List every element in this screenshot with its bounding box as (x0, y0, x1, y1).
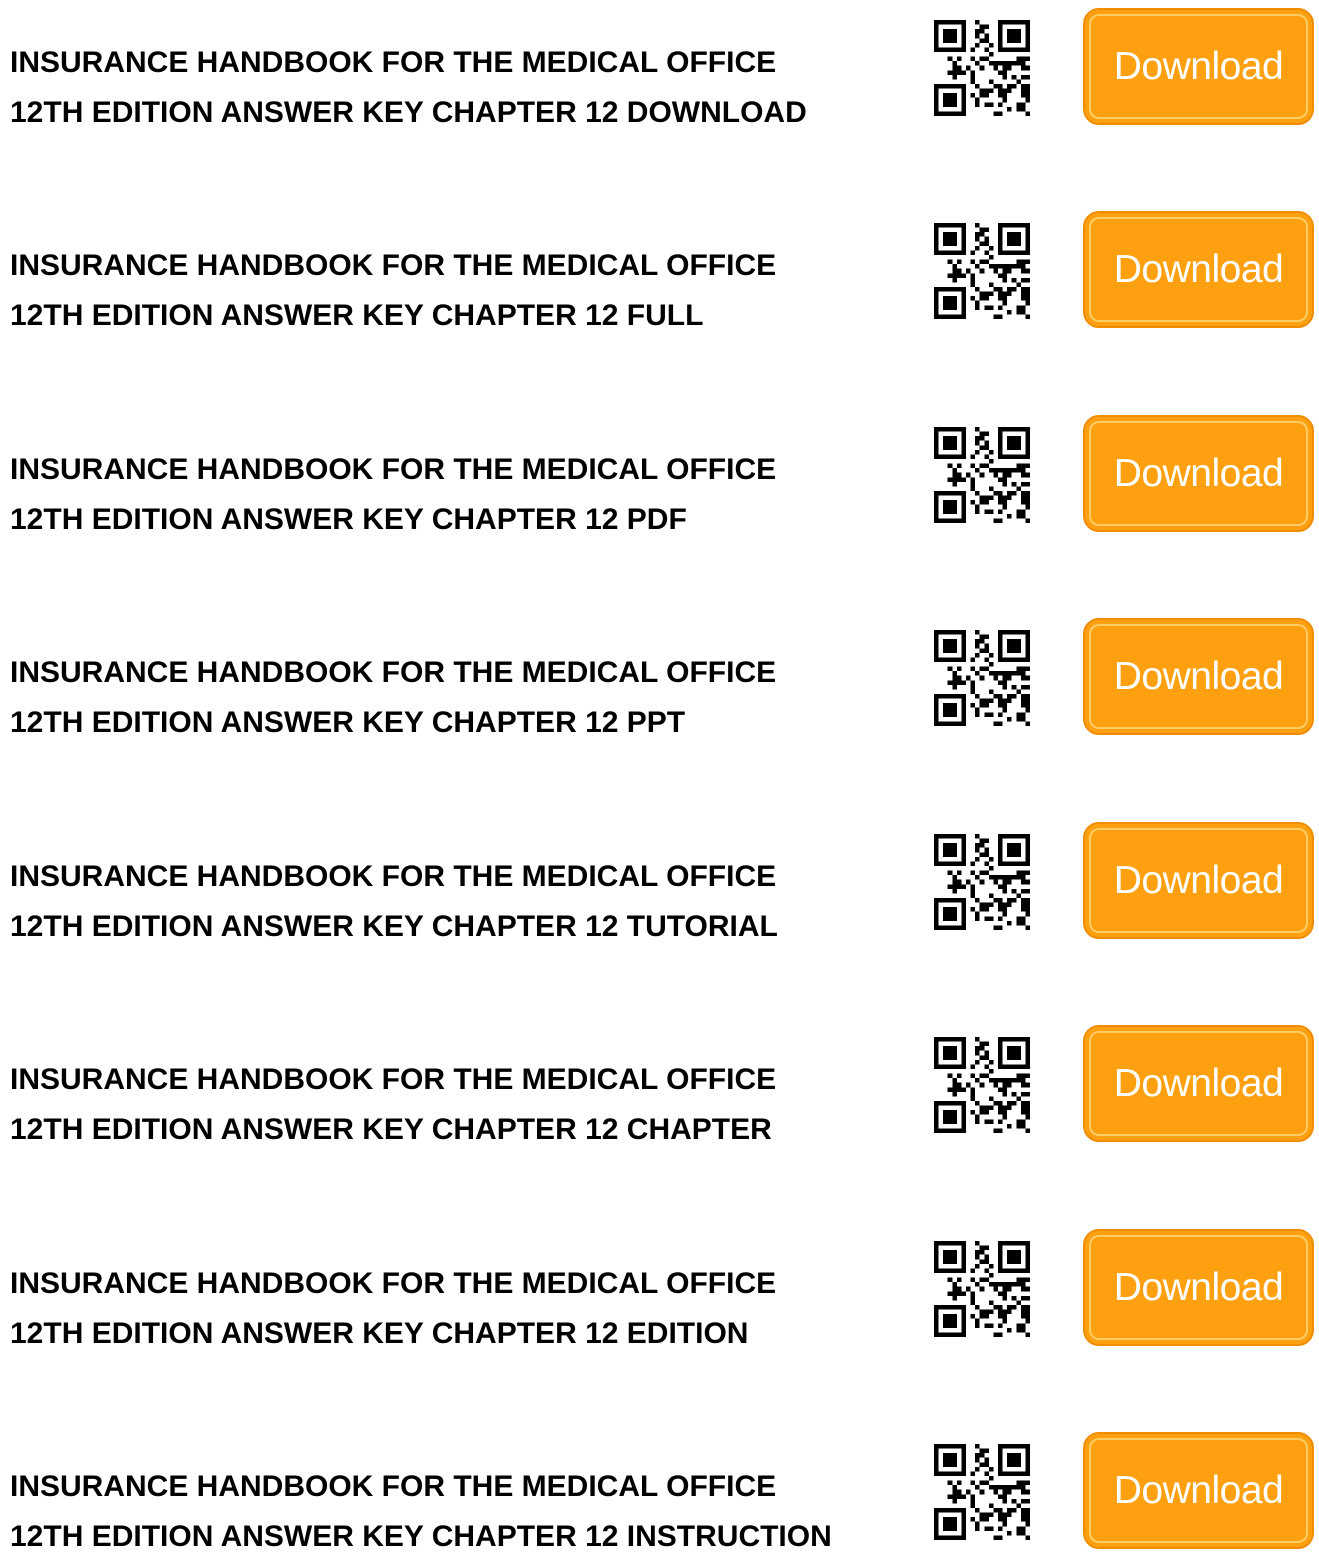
item-title-line2: 12TH EDITION ANSWER KEY CHAPTER 12 TUTOR… (10, 910, 778, 943)
item-title-line1: INSURANCE HANDBOOK FOR THE MEDICAL OFFIC… (10, 860, 777, 893)
item-title-line1: INSURANCE HANDBOOK FOR THE MEDICAL OFFIC… (10, 1063, 777, 1096)
qr-code-graphic (934, 427, 1030, 523)
download-button[interactable]: Download (1083, 618, 1314, 735)
item-title-line2: 12TH EDITION ANSWER KEY CHAPTER 12 INSTR… (10, 1520, 832, 1553)
list-item: INSURANCE HANDBOOK FOR THE MEDICAL OFFIC… (0, 205, 1319, 332)
qr-code-graphic (934, 834, 1030, 930)
list-item: INSURANCE HANDBOOK FOR THE MEDICAL OFFIC… (0, 1426, 1319, 1553)
item-title-line1: INSURANCE HANDBOOK FOR THE MEDICAL OFFIC… (10, 1470, 777, 1503)
qr-code-graphic (934, 630, 1030, 726)
qr-code-graphic (934, 223, 1030, 319)
item-title-line2: 12TH EDITION ANSWER KEY CHAPTER 12 PDF (10, 503, 687, 536)
item-title-line1: INSURANCE HANDBOOK FOR THE MEDICAL OFFIC… (10, 1267, 777, 1300)
qr-code-graphic (934, 1444, 1030, 1540)
item-title: INSURANCE HANDBOOK FOR THE MEDICAL OFFIC… (10, 1259, 910, 1359)
list-item: INSURANCE HANDBOOK FOR THE MEDICAL OFFIC… (0, 1223, 1319, 1350)
item-title-line2: 12TH EDITION ANSWER KEY CHAPTER 12 FULL (10, 299, 704, 332)
item-title-line1: INSURANCE HANDBOOK FOR THE MEDICAL OFFIC… (10, 453, 777, 486)
item-title-line2: 12TH EDITION ANSWER KEY CHAPTER 12 EDITI… (10, 1317, 749, 1350)
qr-code-icon (934, 1241, 1030, 1337)
item-title: INSURANCE HANDBOOK FOR THE MEDICAL OFFIC… (10, 1462, 910, 1562)
item-title-line2: 12TH EDITION ANSWER KEY CHAPTER 12 PPT (10, 706, 686, 739)
download-button[interactable]: Download (1083, 211, 1314, 328)
qr-code-graphic (934, 1241, 1030, 1337)
qr-code-icon (934, 223, 1030, 319)
list-item: INSURANCE HANDBOOK FOR THE MEDICAL OFFIC… (0, 612, 1319, 739)
download-button[interactable]: Download (1083, 1229, 1314, 1346)
qr-code-icon (934, 427, 1030, 523)
download-button[interactable]: Download (1083, 822, 1314, 939)
qr-code-graphic (934, 20, 1030, 116)
item-title: INSURANCE HANDBOOK FOR THE MEDICAL OFFIC… (10, 648, 910, 748)
qr-code-icon (934, 1037, 1030, 1133)
item-title-line2: 12TH EDITION ANSWER KEY CHAPTER 12 CHAPT… (10, 1113, 772, 1146)
item-title-line1: INSURANCE HANDBOOK FOR THE MEDICAL OFFIC… (10, 656, 777, 689)
qr-code-graphic (934, 1037, 1030, 1133)
list-item: INSURANCE HANDBOOK FOR THE MEDICAL OFFIC… (0, 409, 1319, 536)
download-button[interactable]: Download (1083, 1432, 1314, 1549)
item-title: INSURANCE HANDBOOK FOR THE MEDICAL OFFIC… (10, 852, 910, 952)
list-item: INSURANCE HANDBOOK FOR THE MEDICAL OFFIC… (0, 816, 1319, 943)
list-item: INSURANCE HANDBOOK FOR THE MEDICAL OFFIC… (0, 2, 1319, 129)
qr-code-icon (934, 834, 1030, 930)
download-button[interactable]: Download (1083, 1025, 1314, 1142)
item-title: INSURANCE HANDBOOK FOR THE MEDICAL OFFIC… (10, 241, 910, 341)
download-list: INSURANCE HANDBOOK FOR THE MEDICAL OFFIC… (0, 0, 1319, 1553)
item-title: INSURANCE HANDBOOK FOR THE MEDICAL OFFIC… (10, 38, 910, 138)
item-title-line2: 12TH EDITION ANSWER KEY CHAPTER 12 DOWNL… (10, 96, 807, 129)
item-title-line1: INSURANCE HANDBOOK FOR THE MEDICAL OFFIC… (10, 46, 777, 79)
download-button[interactable]: Download (1083, 8, 1314, 125)
list-item: INSURANCE HANDBOOK FOR THE MEDICAL OFFIC… (0, 1019, 1319, 1146)
download-button[interactable]: Download (1083, 415, 1314, 532)
qr-code-icon (934, 20, 1030, 116)
item-title: INSURANCE HANDBOOK FOR THE MEDICAL OFFIC… (10, 1055, 910, 1155)
item-title-line1: INSURANCE HANDBOOK FOR THE MEDICAL OFFIC… (10, 249, 777, 282)
qr-code-icon (934, 630, 1030, 726)
item-title: INSURANCE HANDBOOK FOR THE MEDICAL OFFIC… (10, 445, 910, 545)
qr-code-icon (934, 1444, 1030, 1540)
